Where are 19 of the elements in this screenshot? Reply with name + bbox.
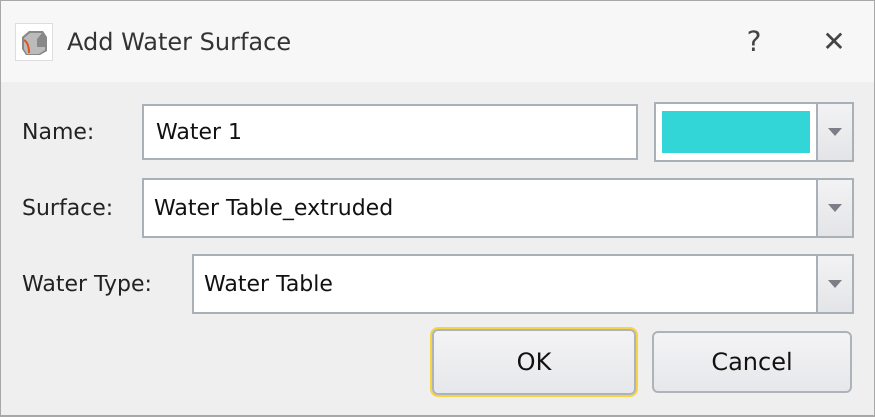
field-label: Surface: [22,196,114,220]
help-button[interactable]: ? [714,12,794,72]
caret-icon [828,280,842,288]
color-picker[interactable] [654,102,854,162]
app-icon [15,22,53,60]
name-field[interactable]: Water 1 [142,104,638,160]
ok-button[interactable]: OK [432,329,636,395]
dropdown[interactable]: Water Table [192,254,854,314]
caret-icon [828,128,842,136]
dropdown-button[interactable] [816,180,852,236]
field-label: Name: [22,120,96,144]
dropdown-button[interactable] [816,104,852,160]
cancel-button[interactable]: Cancel [652,331,852,393]
field-label: Water Type: [22,272,153,296]
window-title: Add Water Surface [67,28,292,56]
dropdown-button[interactable] [816,256,852,312]
caret-icon [828,204,842,212]
close-button[interactable]: ✕ [794,12,874,72]
dropdown[interactable]: Water Table_extruded [142,178,854,238]
